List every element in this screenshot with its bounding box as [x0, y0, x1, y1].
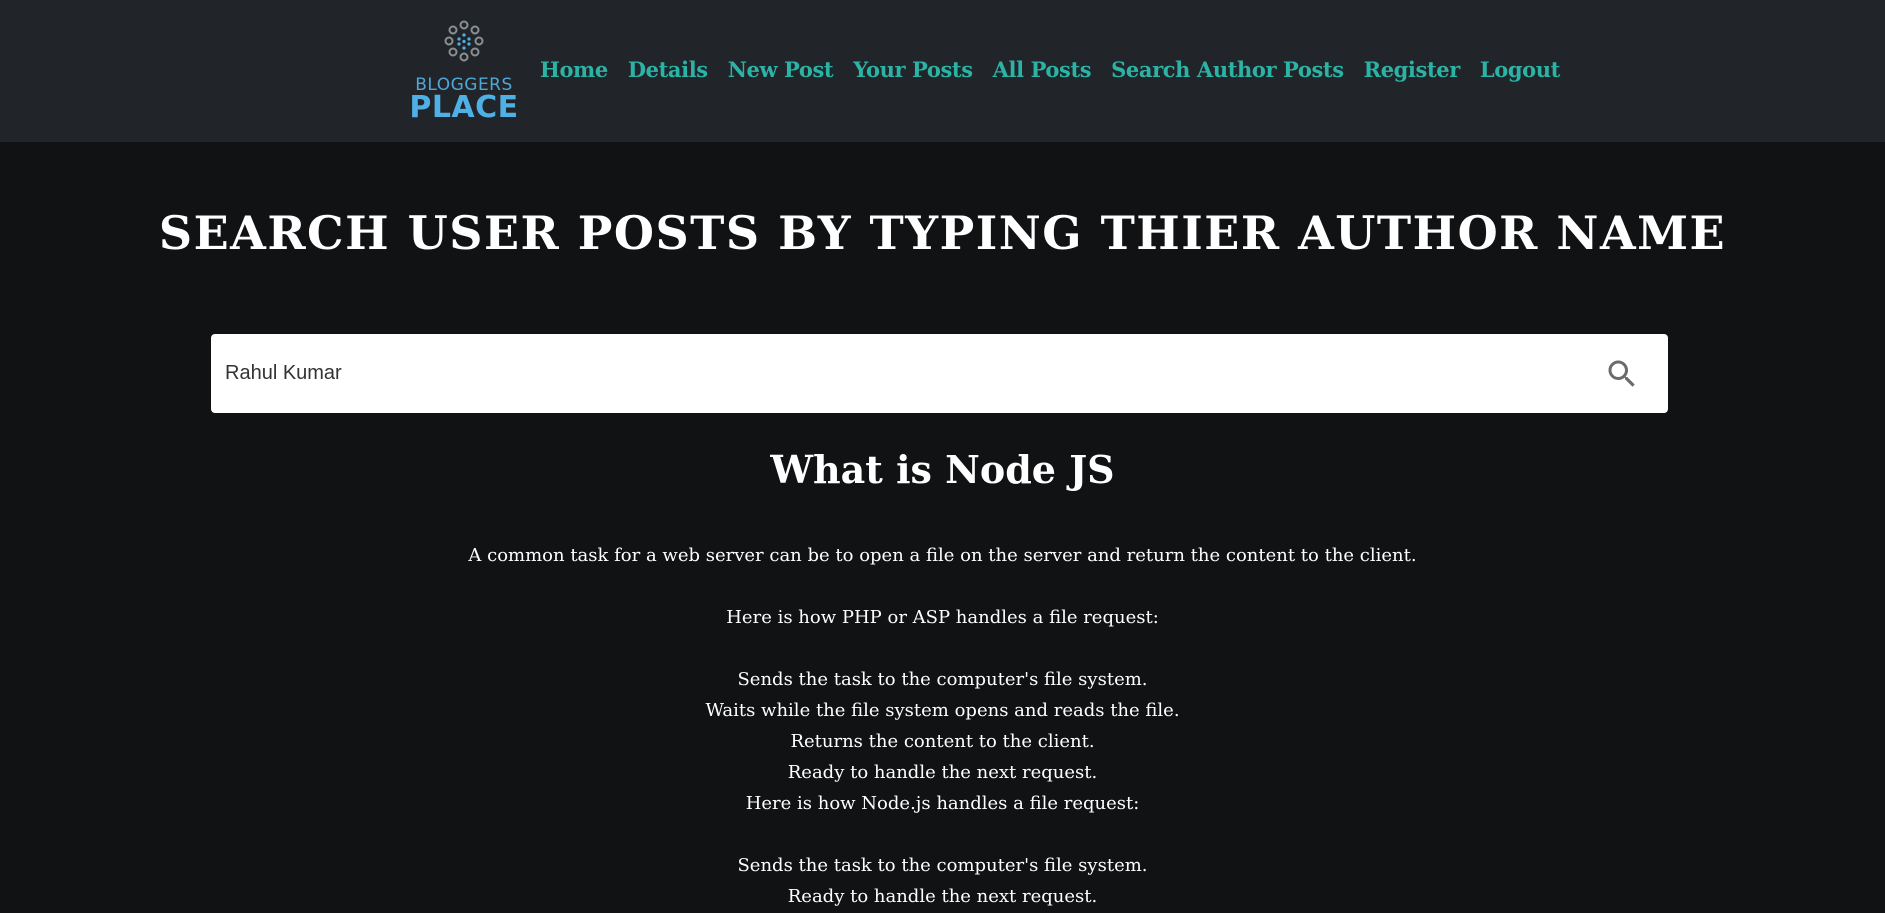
- search-icon[interactable]: [1604, 356, 1640, 392]
- nav-register[interactable]: Register: [1354, 52, 1470, 88]
- post-line: Ready to handle the next request.: [787, 762, 1098, 783]
- post-line: Sends the task to the computer's file sy…: [737, 855, 1148, 876]
- nav-your-posts[interactable]: Your Posts: [843, 52, 982, 88]
- post-line: Returns the content to the client.: [790, 731, 1095, 752]
- author-search-box: [211, 334, 1668, 413]
- nav-details[interactable]: Details: [618, 52, 718, 88]
- post-title: What is Node JS: [770, 447, 1115, 492]
- post-blank-line: [0, 819, 1885, 850]
- post-blank-line: [0, 633, 1885, 664]
- post-body: A common task for a web server can be to…: [0, 540, 1885, 912]
- logo-dots-icon: [444, 20, 484, 62]
- top-navbar: BLOGGERS PLACE Home Details New Post You…: [0, 0, 1885, 142]
- main-nav: Home Details New Post Your Posts All Pos…: [530, 52, 1570, 88]
- nav-new-post[interactable]: New Post: [718, 52, 844, 88]
- author-search-input[interactable]: [225, 352, 1525, 394]
- post-line: Waits while the file system opens and re…: [705, 700, 1180, 721]
- post-line: Here is how Node.js handles a file reque…: [745, 793, 1140, 814]
- nav-logout[interactable]: Logout: [1470, 52, 1570, 88]
- post-line: Sends the task to the computer's file sy…: [737, 669, 1148, 690]
- logo-text-bottom: PLACE: [409, 90, 519, 125]
- nav-all-posts[interactable]: All Posts: [983, 52, 1102, 88]
- page-title: SEARCH USER POSTS BY TYPING THIER AUTHOR…: [158, 206, 1727, 260]
- post-line: Ready to handle the next request.: [787, 886, 1098, 907]
- nav-search-author-posts[interactable]: Search Author Posts: [1101, 52, 1353, 88]
- post-line: A common task for a web server can be to…: [468, 545, 1417, 566]
- nav-home[interactable]: Home: [530, 52, 618, 88]
- bloggers-place-logo[interactable]: BLOGGERS PLACE: [405, 18, 523, 125]
- post-line: Here is how PHP or ASP handles a file re…: [726, 607, 1159, 628]
- post-blank-line: [0, 571, 1885, 602]
